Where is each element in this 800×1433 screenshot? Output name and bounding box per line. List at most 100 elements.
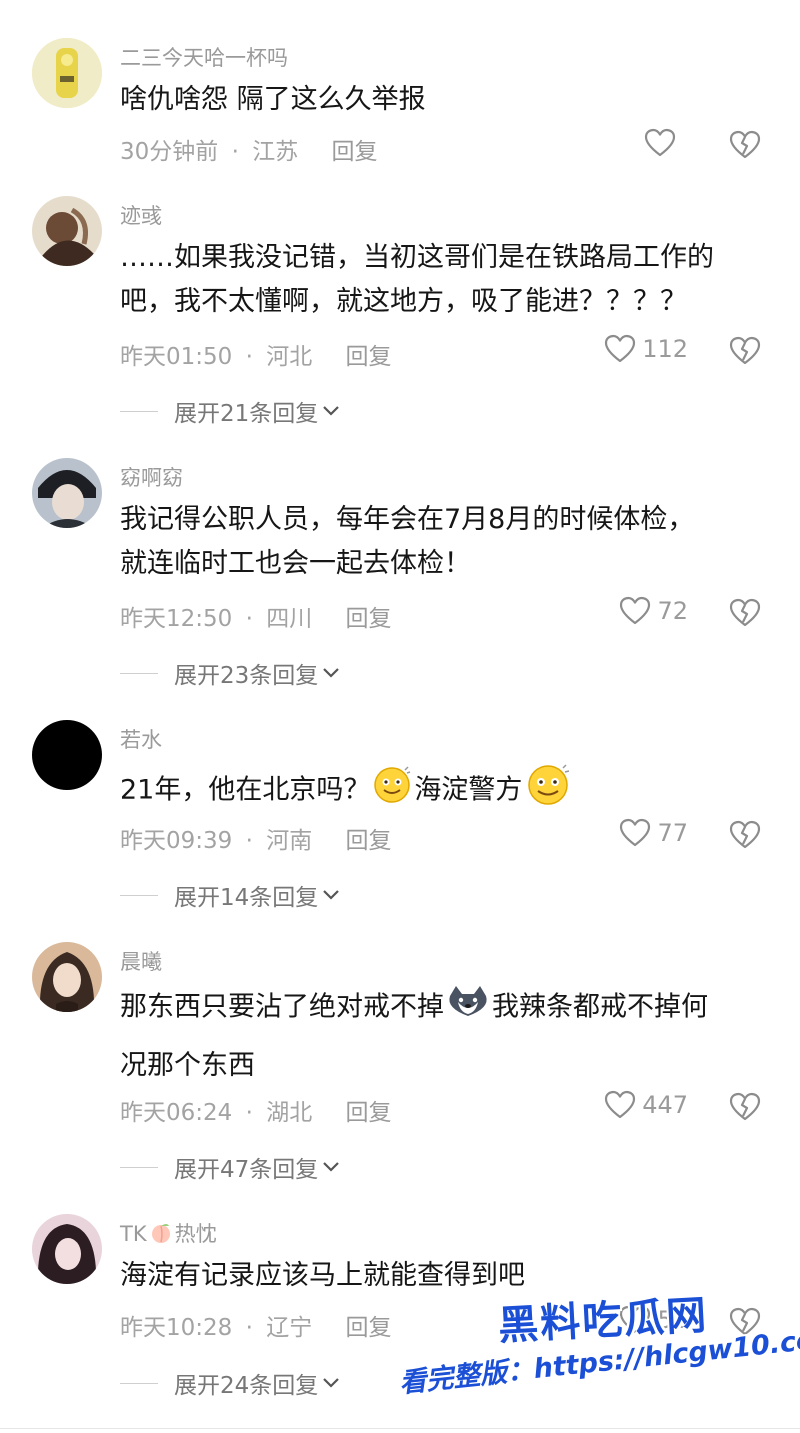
- comment-time: 30分钟前: [120, 139, 219, 165]
- comment-time: 昨天10:28: [120, 1315, 233, 1341]
- comment-text-line: 那东西只要沾了绝对戒不掉 我辣条都戒不掉何: [120, 984, 780, 1032]
- comment-text-line: 吧，我不太懂啊，就这地方，吸了能进？？？？: [120, 286, 687, 317]
- meta-separator: ·: [231, 139, 239, 165]
- comment-username[interactable]: 迹彧: [120, 200, 162, 230]
- reply-button[interactable]: 回复: [346, 344, 392, 370]
- avatar[interactable]: [32, 458, 102, 528]
- like-count: 112: [642, 335, 688, 363]
- avatar[interactable]: [32, 720, 102, 790]
- expand-replies-label: 展开14条回复: [174, 885, 319, 911]
- avatar-image: [32, 196, 102, 266]
- broken-heart-icon: [729, 598, 761, 627]
- heart-icon: [620, 596, 651, 625]
- comment-text-line: 况那个东西: [120, 1050, 255, 1081]
- dislike-button[interactable]: [728, 1092, 762, 1126]
- comment-meta: 昨天06:24 · 湖北 回复: [120, 1093, 392, 1127]
- comment-username[interactable]: 晨曦: [120, 946, 162, 976]
- comment-username[interactable]: 若水: [120, 724, 162, 754]
- dislike-button[interactable]: [728, 336, 762, 370]
- comment-time: 昨天09:39: [120, 828, 233, 854]
- chevron-down-icon: [323, 1378, 340, 1388]
- comment-text-line: 我记得公职人员，每年会在7月8月的时候体检，: [120, 504, 695, 535]
- comment-time: 昨天01:50: [120, 344, 233, 370]
- dislike-button[interactable]: [728, 598, 762, 632]
- comment-text: ……如果我没记错，当初这哥们是在铁路局工作的 吧，我不太懂啊，就这地方，吸了能进…: [120, 236, 780, 324]
- comment-meta: 昨天01:50 · 河北 回复: [120, 337, 392, 371]
- broken-heart-icon: [729, 130, 761, 159]
- like-button[interactable]: [644, 128, 682, 158]
- avatar[interactable]: [32, 1214, 102, 1284]
- comment-username[interactable]: 二三今天哈一杯吗: [120, 42, 288, 72]
- comment-location: 辽宁: [266, 1315, 313, 1341]
- avatar-image: [32, 38, 102, 108]
- reply-button[interactable]: 回复: [346, 1315, 392, 1341]
- expand-replies-button[interactable]: 展开47条回复: [120, 1150, 340, 1184]
- broken-heart-icon: [729, 820, 761, 849]
- comment-time: 昨天12:50: [120, 606, 233, 632]
- comment-username[interactable]: 窈啊窈: [120, 462, 183, 492]
- divider-line: [120, 410, 158, 412]
- expand-replies-label: 展开21条回复: [174, 401, 319, 427]
- dislike-button[interactable]: [728, 130, 762, 164]
- avatar[interactable]: [32, 38, 102, 108]
- comment-meta: 昨天10:28 · 辽宁 回复: [120, 1308, 392, 1342]
- like-count: 77: [657, 819, 688, 847]
- comment-text-line: ……如果我没记错，当初这哥们是在铁路局工作的: [120, 242, 714, 273]
- comment-location: 河南: [266, 828, 313, 854]
- comment-location: 江苏: [252, 139, 299, 165]
- comment-username[interactable]: TK 热忱: [120, 1218, 217, 1249]
- comment-meta: 昨天09:39 · 河南 回复: [120, 821, 392, 855]
- comment-text-line: 就连临时工也会一起去体检！: [120, 548, 471, 579]
- comment-time: 昨天06:24: [120, 1100, 233, 1126]
- avatar-image: [32, 1214, 102, 1284]
- chevron-down-icon: [323, 890, 340, 900]
- comment-meta: 30分钟前 · 江苏 回复: [120, 132, 378, 166]
- reply-button[interactable]: 回复: [346, 828, 392, 854]
- husky-emoji-icon: [446, 984, 490, 1032]
- divider-line: [120, 672, 158, 674]
- comment-text-part: 我辣条都戒不掉何: [492, 991, 708, 1023]
- peach-emoji-icon: [149, 1222, 173, 1249]
- heart-icon: [644, 128, 676, 157]
- comment-text-part: 那东西只要沾了绝对戒不掉: [120, 991, 444, 1023]
- heart-icon: [605, 1090, 636, 1119]
- expand-replies-button[interactable]: 展开21条回复: [120, 394, 340, 428]
- expand-replies-label: 展开24条回复: [174, 1373, 319, 1399]
- username-part: TK: [120, 1222, 147, 1246]
- smile-emoji-icon: [372, 764, 412, 818]
- avatar[interactable]: [32, 942, 102, 1012]
- bottom-divider: [0, 1428, 800, 1429]
- divider-line: [120, 1382, 158, 1384]
- like-button[interactable]: 77: [619, 818, 688, 848]
- dislike-button[interactable]: [728, 820, 762, 854]
- like-button[interactable]: 112: [604, 334, 688, 364]
- reply-button[interactable]: 回复: [346, 1100, 392, 1126]
- comment-location: 四川: [266, 606, 313, 632]
- avatar[interactable]: [32, 196, 102, 266]
- comment-text: 21年，他在北京吗？ 海淀警方: [120, 762, 780, 820]
- comment-text: 我记得公职人员，每年会在7月8月的时候体检， 就连临时工也会一起去体检！: [120, 498, 780, 586]
- reply-button[interactable]: 回复: [346, 606, 392, 632]
- comment-text-part: 21年，他在北京吗？: [120, 774, 371, 806]
- meta-separator: ·: [245, 1315, 253, 1341]
- like-button[interactable]: 447: [604, 1090, 688, 1120]
- chevron-down-icon: [323, 668, 340, 678]
- heart-icon: [620, 818, 651, 847]
- like-button[interactable]: 72: [619, 596, 688, 626]
- chevron-down-icon: [323, 1162, 340, 1172]
- meta-separator: ·: [245, 828, 253, 854]
- expand-replies-button[interactable]: 展开23条回复: [120, 656, 340, 690]
- comment-meta: 昨天12:50 · 四川 回复: [120, 599, 392, 633]
- expand-replies-label: 展开23条回复: [174, 663, 319, 689]
- comment-location: 河北: [266, 344, 313, 370]
- avatar-image: [32, 942, 102, 1012]
- comment-text: 那东西只要沾了绝对戒不掉 我辣条都戒不掉何 况那个东西: [120, 984, 780, 1088]
- username-part: 热忱: [174, 1222, 217, 1246]
- smile-emoji-icon: [524, 762, 572, 820]
- heart-icon: [605, 334, 636, 363]
- reply-button[interactable]: 回复: [332, 139, 378, 165]
- expand-replies-label: 展开47条回复: [174, 1157, 319, 1183]
- broken-heart-icon: [729, 336, 761, 365]
- expand-replies-button[interactable]: 展开14条回复: [120, 878, 340, 912]
- expand-replies-button[interactable]: 展开24条回复: [120, 1366, 340, 1400]
